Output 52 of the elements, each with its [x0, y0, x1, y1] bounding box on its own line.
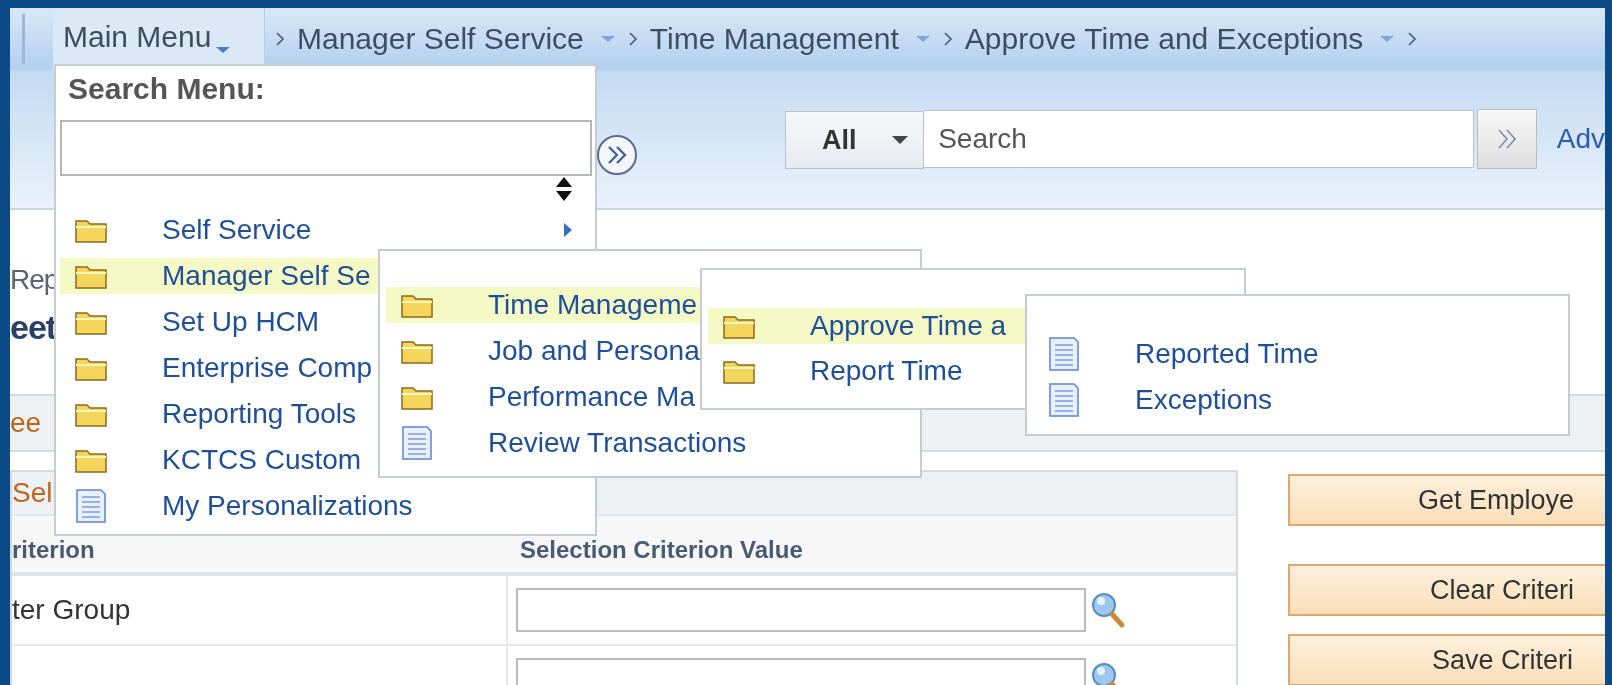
caret-icon: [1379, 35, 1396, 43]
menu-item[interactable]: Time Manageme: [386, 287, 700, 323]
menu-item[interactable]: Reported Time: [1033, 336, 1562, 372]
tab[interactable]: ee: [10, 407, 42, 439]
document-icon: [400, 425, 434, 461]
double-chevron-icon[interactable]: [596, 134, 638, 176]
document-icon: [1047, 382, 1081, 418]
action-button[interactable]: Save Criteri: [1288, 634, 1605, 685]
double-chevron-icon: [1496, 127, 1518, 151]
action-button[interactable]: Clear Criteri: [1288, 564, 1605, 616]
action-button[interactable]: Get Employe: [1288, 474, 1605, 526]
main-menu-button[interactable]: Main Menu: [53, 8, 265, 70]
menu-title: Search Menu:: [67, 72, 266, 107]
menu-item[interactable]: Report Time: [708, 353, 1025, 389]
advanced-search-link[interactable]: Adv: [1556, 123, 1605, 155]
menu-item[interactable]: Review Transactions: [386, 425, 914, 461]
menu-item[interactable]: Self Service: [60, 212, 591, 248]
caret-icon: [914, 35, 931, 43]
scope-dropdown[interactable]: All: [785, 111, 925, 169]
panel-title: Sel: [12, 477, 53, 509]
menu-item[interactable]: Reporting Tools: [60, 396, 378, 432]
document-icon: [74, 488, 108, 524]
breadcrumb-link[interactable]: Approve Time and Exceptions: [964, 22, 1364, 56]
chevron-icon: [275, 31, 285, 47]
chevron-icon: [942, 31, 953, 47]
sort-icon[interactable]: [555, 176, 573, 202]
menu-item[interactable]: Job and Persona: [386, 333, 700, 369]
menu-item[interactable]: KCTCS Custom: [60, 442, 378, 478]
menu-item[interactable]: Enterprise Comp: [60, 350, 378, 386]
chevron-icon: [1407, 31, 1418, 47]
menu-item[interactable]: My Personalizations: [60, 488, 591, 524]
caret-icon: [599, 35, 616, 43]
breadcrumb-link[interactable]: Manager Self Service: [297, 22, 584, 56]
breadcrumb-link[interactable]: Time Management: [649, 22, 899, 56]
chevron-icon: [627, 31, 638, 47]
search-field[interactable]: Search: [924, 110, 1475, 168]
page-title: eet: [10, 308, 57, 348]
document-icon: [1047, 336, 1081, 372]
menu-item[interactable]: Manager Self Se: [60, 258, 378, 294]
column-header: Selection Criterion Value: [520, 536, 803, 564]
menu-item[interactable]: Exceptions: [1033, 382, 1562, 418]
menu-item[interactable]: Approve Time a: [708, 308, 1025, 344]
caret-icon: [891, 135, 910, 145]
table-cell: ter Group: [12, 594, 131, 626]
menu-search-field[interactable]: [60, 120, 592, 176]
search-go-button[interactable]: [1477, 109, 1537, 169]
caret-icon: [215, 46, 232, 54]
column-header: riterion: [12, 536, 96, 564]
menu-item[interactable]: Set Up HCM: [60, 304, 378, 340]
search-icon[interactable]: [1090, 591, 1126, 629]
value-field[interactable]: [516, 588, 1086, 632]
menu-item[interactable]: Performance Ma: [386, 379, 700, 415]
